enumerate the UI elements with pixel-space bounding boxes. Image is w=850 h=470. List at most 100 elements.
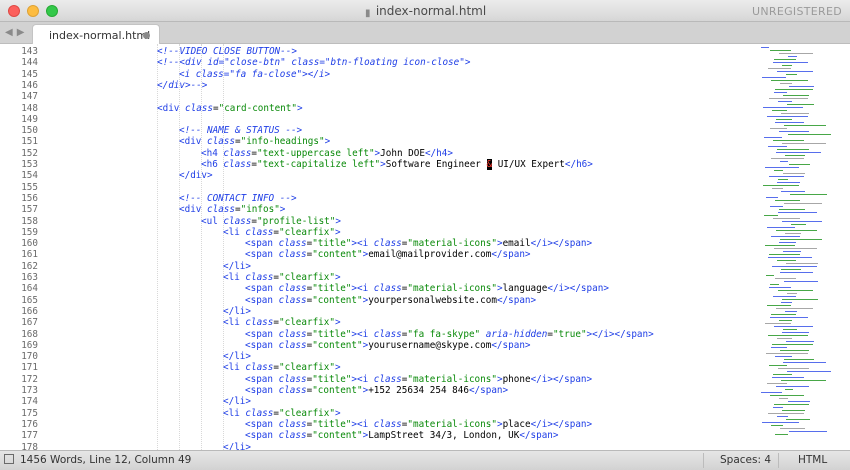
minimap-line — [765, 167, 799, 168]
code-line[interactable]: 148 <div class="card-content"> — [0, 103, 750, 114]
code-text[interactable]: <li class="clearfix"> — [223, 317, 341, 328]
code-line[interactable]: 156 <!-- CONTACT INFO --> — [0, 193, 750, 204]
indentation-selector[interactable]: Spaces: 4 — [720, 454, 771, 466]
panel-toggle-icon[interactable] — [4, 454, 14, 464]
code-line[interactable]: 155 — [0, 182, 750, 193]
tab-index-normal[interactable]: index-normal.html — [32, 24, 160, 45]
code-text[interactable]: <div class="card-content"> — [157, 103, 303, 114]
code-line[interactable]: 151 <div class="info-headings"> — [0, 136, 750, 147]
minimap-line — [775, 122, 804, 123]
code-text[interactable]: <li class="clearfix"> — [223, 408, 341, 419]
code-line[interactable]: 166 </li> — [0, 306, 750, 317]
code-token: </h4> — [424, 147, 453, 159]
code-text[interactable]: </div> — [179, 170, 213, 181]
code-line[interactable]: 159 <li class="clearfix"> — [0, 227, 750, 238]
code-line[interactable]: 173 <span class="content">+152 25634 254 … — [0, 385, 750, 396]
minimap-line — [779, 242, 796, 243]
code-text[interactable]: <h6 class="text-capitalize left">Softwar… — [201, 159, 593, 170]
code-line[interactable]: 169 <span class="content">yourusername@sk… — [0, 340, 750, 351]
code-text[interactable]: <i class="fa fa-close"></i> — [179, 69, 330, 80]
code-text[interactable]: <li class="clearfix"> — [223, 362, 341, 373]
code-line[interactable]: 163 <li class="clearfix"> — [0, 272, 750, 283]
code-text[interactable]: <span class="content">+152 25634 254 846… — [245, 385, 508, 396]
minimap-line — [769, 365, 787, 366]
code-line[interactable]: 152 <h4 class="text-uppercase left">John … — [0, 148, 750, 159]
code-line[interactable]: 160 <span class="title"><i class="materia… — [0, 238, 750, 249]
code-token: "material-icons" — [407, 418, 497, 430]
code-line[interactable]: 144 <!--<div id="close-btn" class="btn-fl… — [0, 57, 750, 68]
code-text[interactable]: <span class="content">yourusername@skype… — [245, 340, 531, 351]
code-token: </li> — [223, 351, 251, 363]
line-number: 151 — [21, 136, 38, 148]
code-line[interactable]: 165 <span class="content">yourpersonalweb… — [0, 295, 750, 306]
code-line[interactable]: 157 <div class="infos"> — [0, 204, 750, 215]
code-text[interactable]: <span class="title"><i class="material-i… — [245, 238, 592, 249]
minimap-line — [776, 308, 813, 309]
code-line[interactable]: 145 <i class="fa fa-close"></i> — [0, 69, 750, 80]
code-text[interactable]: <!--<div id="close-btn" class="btn-float… — [157, 57, 470, 68]
code-line[interactable]: 175 <li class="clearfix"> — [0, 408, 750, 419]
code-line[interactable]: 158 <ul class="profile-list"> — [0, 216, 750, 227]
code-text[interactable]: <li class="clearfix"> — [223, 272, 341, 283]
code-text[interactable]: </div>--> — [157, 80, 207, 91]
code-text[interactable]: <span class="content">email@mailprovider… — [245, 249, 531, 260]
code-line[interactable]: 178 </li> — [0, 442, 750, 451]
code-token: class — [245, 407, 274, 419]
code-text[interactable]: <div class="info-headings"> — [179, 136, 330, 147]
code-line[interactable]: 143 <!--VIDEO CLOSE BUTTON--> — [0, 46, 750, 57]
code-text[interactable]: </li> — [223, 261, 251, 272]
code-line[interactable]: 174 </li> — [0, 396, 750, 407]
code-text[interactable]: </li> — [223, 442, 251, 451]
code-line[interactable]: 170 </li> — [0, 351, 750, 362]
code-text[interactable]: </li> — [223, 351, 251, 362]
minimap-line — [783, 95, 809, 96]
minimap-line — [779, 131, 809, 132]
code-line[interactable]: 172 <span class="title"><i class="materia… — [0, 374, 750, 385]
code-text[interactable]: <ul class="profile-list"> — [201, 216, 341, 227]
syntax-selector[interactable]: HTML — [798, 454, 827, 466]
code-token: "title" — [312, 328, 352, 340]
minimap[interactable] — [755, 44, 850, 450]
code-line[interactable]: 168 <span class="title"><i class="fa fa-s… — [0, 329, 750, 340]
code-text[interactable]: <!-- NAME & STATUS --> — [179, 125, 302, 136]
title-bar: ▮ index-normal.html UNREGISTERED — [0, 0, 850, 22]
code-line[interactable]: 147 — [0, 91, 750, 102]
code-line[interactable]: 161 <span class="content">email@mailprovi… — [0, 249, 750, 260]
tab-bar: ◀▶ index-normal.html — [0, 22, 850, 45]
unsaved-dot-icon[interactable] — [143, 32, 150, 39]
code-token: "content" — [312, 339, 363, 351]
tab-scroll-arrows-icon[interactable]: ◀▶ — [5, 27, 28, 38]
code-line[interactable]: 154 </div> — [0, 170, 750, 181]
code-text[interactable]: <span class="title"><i class="material-i… — [245, 283, 609, 294]
code-text[interactable]: <span class="content">LampStreet 34/3, L… — [245, 430, 559, 441]
code-text[interactable]: <h4 class="text-uppercase left">John DOE… — [201, 148, 453, 159]
minimap-line — [777, 182, 800, 183]
code-text[interactable]: <li class="clearfix"> — [223, 227, 341, 238]
code-text[interactable]: <span class="title"><i class="material-i… — [245, 419, 592, 430]
code-token: "material-icons" — [407, 283, 497, 295]
code-text[interactable]: <span class="title"><i class="material-i… — [245, 374, 592, 385]
code-text[interactable]: <!-- CONTACT INFO --> — [179, 193, 297, 204]
code-text[interactable]: <!--VIDEO CLOSE BUTTON--> — [157, 46, 297, 57]
code-token: <div — [157, 102, 185, 114]
code-text[interactable]: <span class="title"><i class="fa fa-skyp… — [245, 329, 654, 340]
code-line[interactable]: 146 </div>--> — [0, 80, 750, 91]
code-line[interactable]: 153 <h6 class="text-capitalize left">Soft… — [0, 159, 750, 170]
code-line[interactable]: 167 <li class="clearfix"> — [0, 317, 750, 328]
code-text[interactable]: <div class="infos"> — [179, 204, 285, 215]
code-token: </li> — [223, 305, 251, 317]
code-line[interactable]: 177 <span class="content">LampStreet 34/3… — [0, 430, 750, 441]
code-line[interactable]: 176 <span class="title"><i class="materia… — [0, 419, 750, 430]
code-line[interactable]: 162 </li> — [0, 261, 750, 272]
minimap-line — [780, 272, 813, 273]
code-line[interactable]: 150 <!-- NAME & STATUS --> — [0, 125, 750, 136]
minimap-line — [768, 413, 804, 414]
code-text[interactable]: <span class="content">yourpersonalwebsit… — [245, 295, 536, 306]
code-text[interactable]: </li> — [223, 306, 251, 317]
code-line[interactable]: 171 <li class="clearfix"> — [0, 362, 750, 373]
code-line[interactable]: 164 <span class="title"><i class="materia… — [0, 283, 750, 294]
code-token: <i class="fa fa-close"></i> — [179, 68, 331, 80]
code-text[interactable]: </li> — [223, 396, 251, 407]
editor-pane[interactable]: 143 <!--VIDEO CLOSE BUTTON--> 144 <!--<div … — [0, 44, 850, 450]
code-line[interactable]: 149 — [0, 114, 750, 125]
